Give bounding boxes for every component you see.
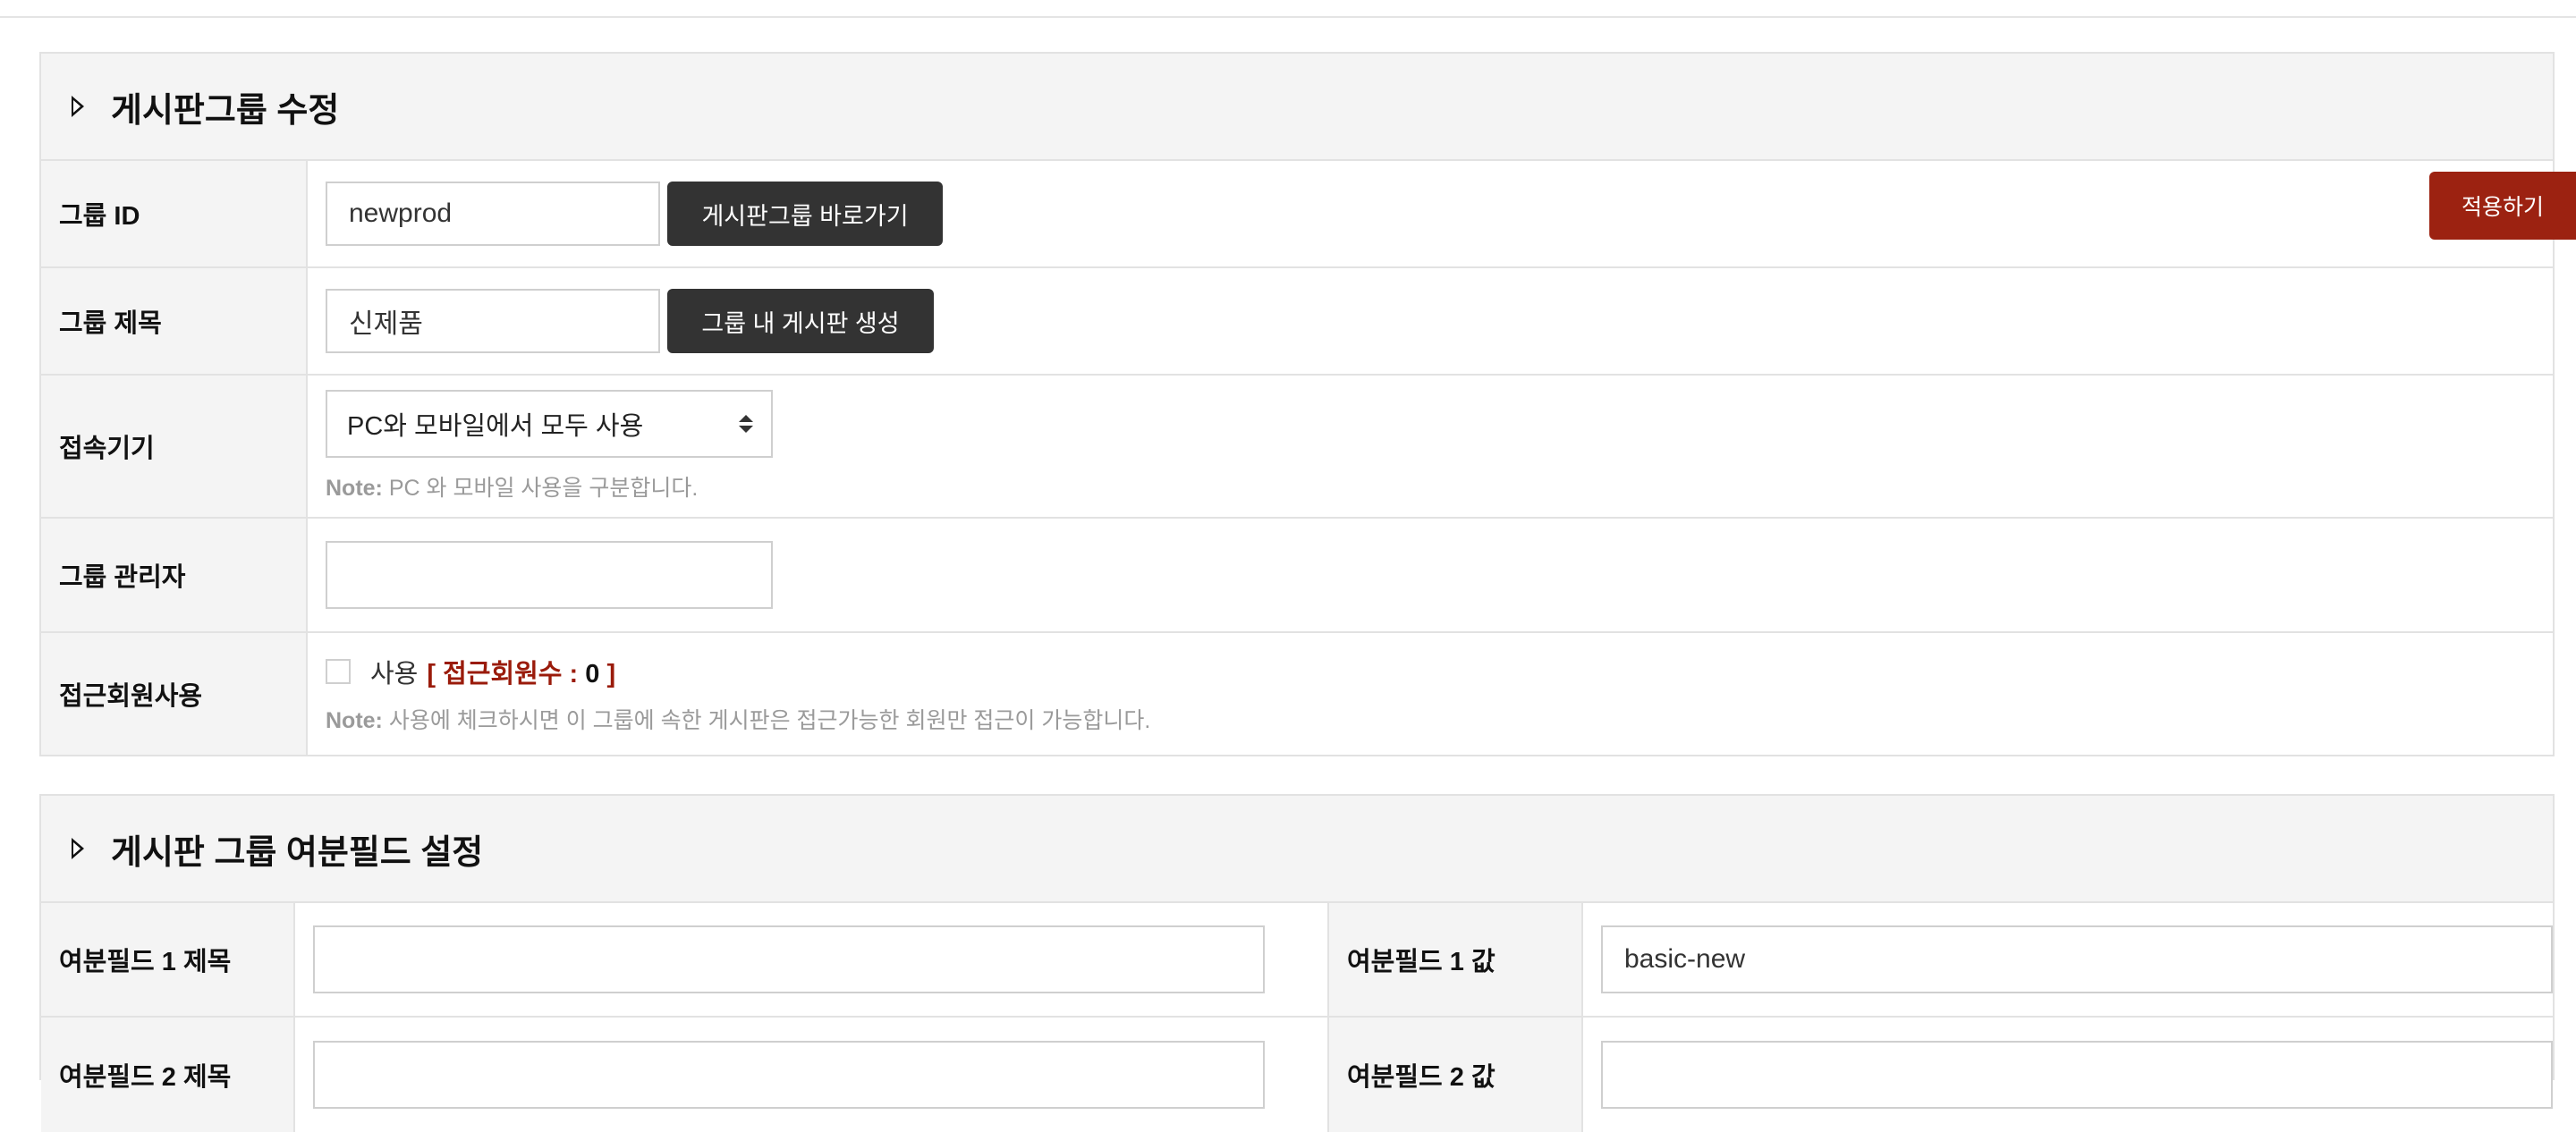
extra-fields-header: 게시판 그룹 여분필드 설정 (41, 796, 2553, 903)
extra-field-1-title-label: 여분필드 1 제목 (41, 903, 295, 1016)
group-id-row: 그룹 ID 게시판그룹 바로가기 (41, 161, 2553, 268)
group-admin-row: 그룹 관리자 (41, 519, 2553, 633)
triangle-right-icon (72, 838, 84, 859)
group-admin-label: 그룹 관리자 (41, 519, 308, 631)
extra-field-1-value-input[interactable] (1601, 925, 2553, 993)
device-select[interactable]: PC와 모바일에서 모두 사용 (326, 390, 773, 458)
extra-field-2-title-label: 여분필드 2 제목 (41, 1018, 295, 1132)
group-title-row: 그룹 제목 그룹 내 게시판 생성 (41, 268, 2553, 376)
device-row: 접속기기 PC와 모바일에서 모두 사용 Note: PC 와 모바일 사용을 … (41, 376, 2553, 519)
go-to-group-button[interactable]: 게시판그룹 바로가기 (667, 182, 943, 246)
select-arrows-icon (739, 415, 753, 433)
group-id-label: 그룹 ID (41, 161, 308, 266)
triangle-right-icon (72, 96, 84, 117)
member-access-note: Note: 사용에 체크하시면 이 그룹에 속한 게시판은 접근가능한 회원만 … (326, 708, 1151, 733)
member-access-label: 접근회원사용 (41, 633, 308, 755)
device-note: Note: PC 와 모바일 사용을 구분합니다. (326, 476, 699, 501)
group-edit-section: 게시판그룹 수정 그룹 ID 게시판그룹 바로가기 그룹 제목 그룹 내 게시판… (39, 52, 2555, 756)
group-edit-header: 게시판그룹 수정 (41, 54, 2553, 161)
group-admin-input[interactable] (326, 541, 773, 609)
extra-field-2-title-input[interactable] (313, 1041, 1265, 1109)
device-label: 접속기기 (41, 376, 308, 517)
member-access-row: 접근회원사용 사용 [ 접근회원수 : 0 ] Note: 사용에 체크하시면 … (41, 633, 2553, 755)
section-title: 게시판 그룹 여분필드 설정 (111, 833, 484, 872)
create-board-button[interactable]: 그룹 내 게시판 생성 (667, 289, 934, 353)
extra-field-1-title-input[interactable] (313, 925, 1265, 993)
extra-field-2-value-label: 여분필드 2 값 (1327, 1018, 1583, 1132)
group-title-input[interactable] (326, 289, 660, 353)
top-divider (0, 0, 2576, 18)
member-access-checkbox-label: 사용 (370, 660, 419, 688)
member-access-checkbox[interactable] (326, 659, 351, 684)
group-id-input[interactable] (326, 182, 660, 246)
group-title-label: 그룹 제목 (41, 268, 308, 374)
device-select-value: PC와 모바일에서 모두 사용 (347, 412, 644, 441)
extra-field-row: 여분필드 2 제목 여분필드 2 값 (41, 1018, 2553, 1132)
section-title: 게시판그룹 수정 (111, 91, 340, 130)
extra-field-row: 여분필드 1 제목 여분필드 1 값 (41, 903, 2553, 1018)
extra-field-2-value-input[interactable] (1601, 1041, 2553, 1109)
member-count: [ 접근회원수 : 0 ] (427, 660, 616, 688)
extra-fields-section: 게시판 그룹 여분필드 설정 여분필드 1 제목 여분필드 1 값 여분필드 2… (39, 794, 2555, 1132)
apply-button[interactable]: 적용하기 (2429, 172, 2576, 240)
extra-field-1-value-label: 여분필드 1 값 (1327, 903, 1583, 1016)
